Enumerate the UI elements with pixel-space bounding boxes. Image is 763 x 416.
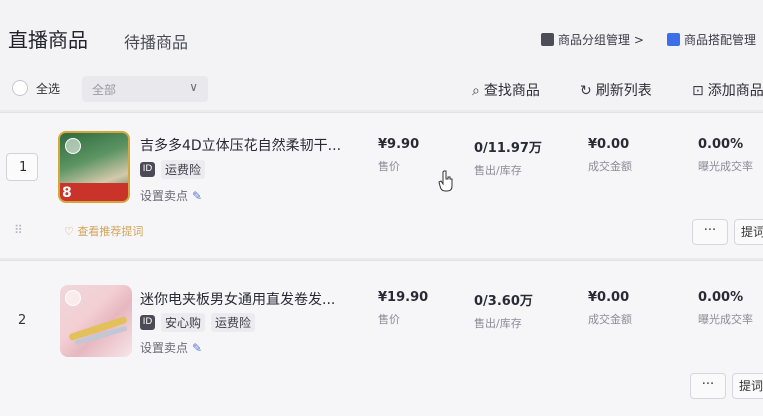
product-row-1[interactable]: 1 8 吉多多4D立体压花自然柔韧干... ID 运费险 设置卖点 ✎ ¥9.90… bbox=[0, 112, 763, 258]
search-products-label: 查找商品 bbox=[483, 83, 540, 99]
bundle-manage-link[interactable]: 商品搭配管理 bbox=[667, 31, 756, 48]
price-metric: ¥9.90 售价 bbox=[378, 137, 419, 174]
hand-cursor-icon bbox=[438, 170, 453, 192]
amount-label: 成交金额 bbox=[588, 313, 632, 326]
product-tags: ID 运费险 bbox=[140, 160, 206, 179]
edit-pencil-icon: ✎ bbox=[192, 341, 203, 355]
product-tags: ID 安心购 运费险 bbox=[140, 313, 256, 332]
product-select-radio[interactable] bbox=[65, 290, 81, 306]
sold-stock-label: 售出/库存 bbox=[474, 164, 522, 177]
set-sell-point-link[interactable]: 设置卖点 ✎ bbox=[140, 339, 202, 356]
price-label: 售价 bbox=[378, 160, 400, 173]
sold-stock-metric: 0/3.60万 售出/库存 bbox=[474, 290, 533, 331]
rate-label: 曝光成交率 bbox=[698, 160, 753, 173]
bundle-icon bbox=[667, 33, 680, 46]
id-badge-icon: ID bbox=[140, 315, 155, 330]
price-value: ¥19.90 bbox=[378, 290, 429, 305]
product-index-input[interactable]: 1 bbox=[6, 153, 38, 181]
filter-value: 全部 bbox=[92, 83, 117, 97]
sold-stock-metric: 0/11.97万 售出/库存 bbox=[474, 137, 542, 178]
tab-pending-products[interactable]: 待播商品 bbox=[124, 29, 188, 53]
product-thumbnail[interactable]: 8 bbox=[58, 131, 130, 203]
rate-value: 0.00% bbox=[698, 290, 744, 305]
group-manage-link[interactable]: 商品分组管理 > bbox=[541, 31, 644, 48]
amount-metric: ¥0.00 成交金额 bbox=[588, 137, 632, 174]
refresh-list-button[interactable]: ↻ 刷新列表 bbox=[580, 80, 652, 100]
select-all-label[interactable]: 全选 bbox=[36, 80, 60, 97]
select-all-radio[interactable] bbox=[12, 80, 28, 96]
group-manage-label: 商品分组管理 > bbox=[558, 33, 644, 47]
product-index: 2 bbox=[18, 313, 27, 328]
product-thumbnail[interactable] bbox=[60, 285, 132, 357]
product-row-2[interactable]: 2 迷你电夹板男女通用直发卷发... ID 安心购 运费险 设置卖点 ✎ ¥19.… bbox=[0, 260, 763, 416]
price-label: 售价 bbox=[378, 313, 400, 326]
sold-stock-label: 售出/库存 bbox=[474, 317, 522, 330]
toolbar: 全选 全部 ∨ ⌕ 查找商品 ↻ 刷新列表 ⊡ 添加商品 bbox=[0, 68, 763, 110]
add-product-button[interactable]: ⊡ 添加商品 bbox=[692, 80, 763, 100]
product-title[interactable]: 吉多多4D立体压花自然柔韧干... bbox=[140, 135, 341, 155]
set-sell-point-link[interactable]: 设置卖点 ✎ bbox=[140, 187, 202, 204]
sold-stock-value: 0/3.60万 bbox=[474, 294, 533, 309]
product-index: 1 bbox=[19, 160, 28, 175]
rate-metric: 0.00% 曝光成交率 bbox=[698, 137, 753, 174]
drag-handle-icon[interactable]: ⠿ bbox=[14, 223, 23, 237]
amount-label: 成交金额 bbox=[588, 160, 632, 173]
set-sell-point-label: 设置卖点 bbox=[140, 341, 189, 355]
rate-value: 0.00% bbox=[698, 137, 744, 152]
amount-value: ¥0.00 bbox=[588, 137, 630, 152]
product-select-radio[interactable] bbox=[65, 138, 81, 154]
filter-select[interactable]: 全部 ∨ bbox=[82, 76, 208, 102]
refresh-icon: ↻ bbox=[580, 83, 592, 99]
chevron-down-icon: ∨ bbox=[189, 80, 198, 94]
refresh-list-label: 刷新列表 bbox=[595, 83, 652, 99]
bundle-manage-label: 商品搭配管理 bbox=[684, 33, 757, 47]
thumb-badge: 8 bbox=[62, 185, 72, 201]
product-tag: 运费险 bbox=[211, 313, 256, 332]
add-product-label: 添加商品 bbox=[707, 83, 763, 99]
bag-icon bbox=[541, 33, 554, 46]
set-sell-point-label: 设置卖点 bbox=[140, 189, 189, 203]
amount-metric: ¥0.00 成交金额 bbox=[588, 290, 632, 327]
id-badge-icon: ID bbox=[140, 162, 155, 177]
more-button[interactable]: ··· bbox=[690, 373, 726, 399]
price-metric: ¥19.90 售价 bbox=[378, 290, 428, 327]
edit-pencil-icon: ✎ bbox=[192, 189, 203, 203]
price-value: ¥9.90 bbox=[378, 137, 420, 152]
rate-metric: 0.00% 曝光成交率 bbox=[698, 290, 753, 327]
prompt-button[interactable]: 提词 bbox=[734, 219, 763, 245]
product-title[interactable]: 迷你电夹板男女通用直发卷发... bbox=[140, 289, 335, 309]
view-recommend-link[interactable]: ♡ 查看推荐提词 bbox=[64, 223, 143, 239]
search-icon: ⌕ bbox=[472, 83, 480, 99]
amount-value: ¥0.00 bbox=[588, 290, 630, 305]
prompt-button[interactable]: 提词 bbox=[732, 373, 763, 399]
lightbulb-icon: ♡ bbox=[64, 225, 74, 238]
search-products-button[interactable]: ⌕ 查找商品 bbox=[472, 80, 540, 100]
product-tag: 运费险 bbox=[161, 160, 206, 179]
more-button[interactable]: ··· bbox=[692, 219, 728, 245]
rate-label: 曝光成交率 bbox=[698, 313, 753, 326]
sold-stock-value: 0/11.97万 bbox=[474, 141, 542, 156]
product-tag: 安心购 bbox=[161, 313, 206, 332]
tab-live-products[interactable]: 直播商品 bbox=[8, 24, 88, 53]
add-box-icon: ⊡ bbox=[692, 83, 704, 99]
recommend-label: 查看推荐提词 bbox=[77, 225, 144, 238]
top-bar: 直播商品 待播商品 商品分组管理 > 商品搭配管理 bbox=[0, 0, 763, 68]
